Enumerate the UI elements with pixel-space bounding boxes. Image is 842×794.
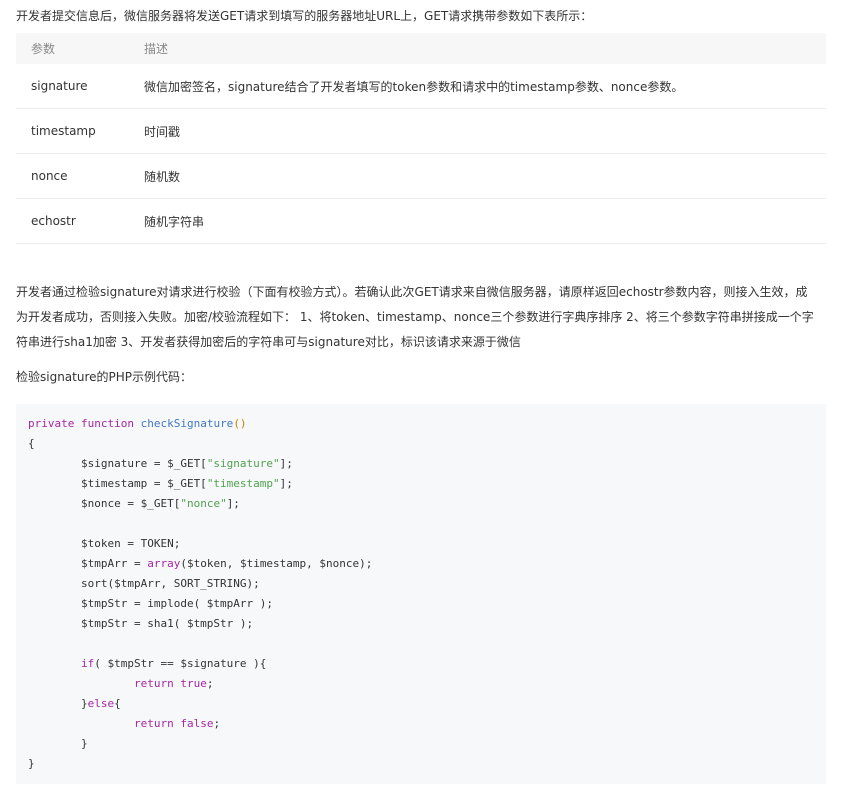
code-token: return [133, 677, 174, 690]
code-token: } [28, 757, 35, 770]
paragraph-line: 为开发者成功，否则接入失败。加密/校验流程如下： 1、将token、timest… [16, 310, 814, 324]
code-token: "nonce" [180, 497, 227, 510]
code-line: $tmpStr = sha1( $tmpStr ); [28, 614, 814, 634]
code-token: $nonce = $_GET[ [28, 497, 181, 510]
param-name: signature [16, 64, 129, 109]
code-line: sort($tmpArr, SORT_STRING); [28, 574, 814, 594]
code-token: $token = TOKEN; [28, 537, 181, 550]
code-token: function [80, 417, 134, 430]
code-line: $tmpArr = array($token, $timestamp, $non… [28, 554, 814, 574]
paragraph-line: 符串进行sha1加密 3、开发者获得加密后的字符串可与signature对比，标… [16, 335, 521, 349]
intro-text: 开发者提交信息后，微信服务器将发送GET请求到填写的服务器地址URL上，GET请… [16, 9, 593, 23]
table-row: nonce 随机数 [16, 153, 826, 199]
paragraph-line: 开发者通过检验signature对请求进行校验（下面有校验方式）。若确认此次GE… [16, 285, 808, 299]
code-line: $tmpStr = implode( $tmpArr ); [28, 594, 814, 614]
code-token: ; [213, 717, 221, 730]
article-content: 开发者提交信息后，微信服务器将发送GET请求到填写的服务器地址URL上，GET请… [16, 0, 826, 784]
param-desc: 微信加密签名，signature结合了开发者填写的token参数和请求中的tim… [129, 64, 826, 109]
code-token: true [180, 677, 207, 690]
code-caption: 检验signature的PHP示例代码： [16, 370, 193, 384]
code-token: ]; [226, 497, 240, 510]
code-line: private function checkSignature() [28, 414, 814, 434]
code-token: checkSignature [140, 417, 234, 430]
code-line: $nonce = $_GET["nonce"]; [28, 494, 814, 514]
code-line: return true; [28, 674, 814, 694]
code-token: if [80, 657, 95, 670]
table-row: echostr 随机字符串 [16, 198, 826, 244]
code-token: array [147, 557, 181, 570]
code-line: return false; [28, 714, 814, 734]
table-header-param: 参数 [16, 33, 129, 64]
code-line: { [28, 434, 814, 454]
code-token: () [233, 417, 247, 430]
code-token: $signature = $_GET[ [28, 457, 207, 470]
param-name: echostr [16, 198, 129, 244]
code-line: $timestamp = $_GET["timestamp"]; [28, 474, 814, 494]
code-token: $tmpArr = [28, 557, 148, 570]
code-token: { [114, 697, 121, 710]
code-token: $tmpStr = implode( $tmpArr ); [28, 597, 274, 610]
code-token: sort($tmpArr, SORT_STRING); [28, 577, 260, 590]
code-token: false [180, 717, 214, 730]
params-table: 参数 描述 signature 微信加密签名，signature结合了开发者填写… [16, 33, 826, 244]
php-code-block[interactable]: private function checkSignature() { $sign… [16, 404, 826, 784]
code-token: return [133, 717, 174, 730]
code-line: $signature = $_GET["signature"]; [28, 454, 814, 474]
code-token: } [28, 697, 88, 710]
code-token: $tmpStr = sha1( $tmpStr ); [28, 617, 254, 630]
code-token: { [28, 437, 35, 450]
code-token: "signature" [206, 457, 280, 470]
code-line: if( $tmpStr == $signature ){ [28, 654, 814, 674]
table-row: signature 微信加密签名，signature结合了开发者填写的token… [16, 64, 826, 109]
code-token: ]; [279, 477, 293, 490]
code-token: private [28, 417, 75, 430]
code-token: ( $tmpStr == $signature ){ [94, 657, 267, 670]
code-token: } [28, 737, 88, 750]
param-desc: 随机字符串 [129, 198, 826, 244]
code-token: else [87, 697, 115, 710]
table-header-row: 参数 描述 [16, 33, 826, 64]
code-line: $token = TOKEN; [28, 534, 814, 554]
code-token: ]; [279, 457, 293, 470]
param-name: nonce [16, 153, 129, 199]
code-token: "timestamp" [206, 477, 280, 490]
param-name: timestamp [16, 108, 129, 154]
code-token: ($token, $timestamp, $nonce); [180, 557, 373, 570]
verification-description: 开发者通过检验signature对请求进行校验（下面有校验方式）。若确认此次GE… [16, 280, 826, 355]
code-token: ; [206, 677, 214, 690]
table-header-desc: 描述 [129, 33, 826, 64]
code-token: $timestamp = $_GET[ [28, 477, 207, 490]
param-desc: 时间戳 [129, 108, 826, 154]
code-line: } [28, 734, 814, 754]
code-line: }else{ [28, 694, 814, 714]
param-desc: 随机数 [129, 153, 826, 199]
table-row: timestamp 时间戳 [16, 108, 826, 154]
code-line: } [28, 754, 814, 774]
